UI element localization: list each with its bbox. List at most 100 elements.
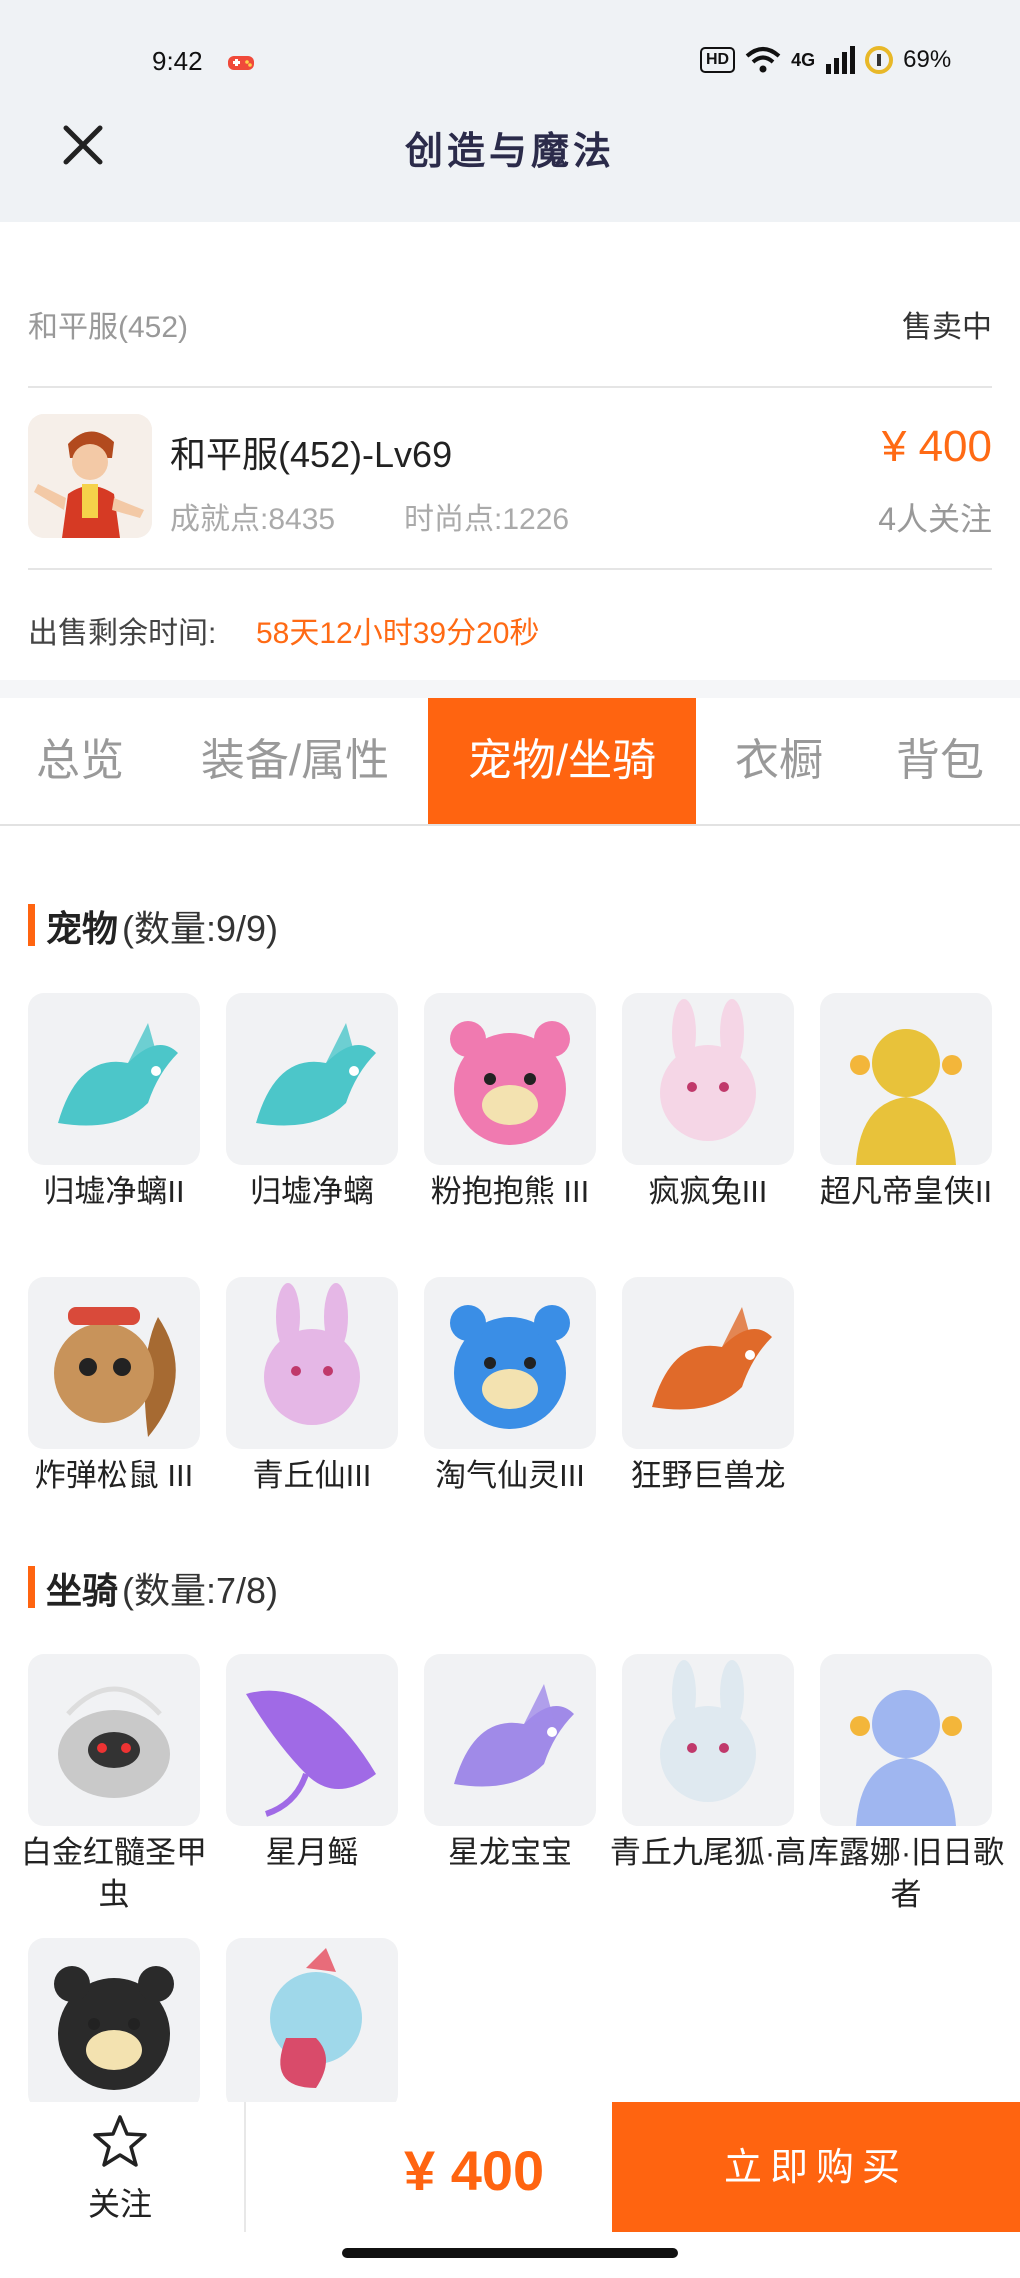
pet-tile[interactable]: 狂野巨兽龙 (622, 1277, 794, 1497)
tile-label: 星龙宝宝 (448, 1835, 572, 1870)
battery-level: 69% (903, 46, 952, 73)
tile-label: 库露娜·旧日歌者 (807, 1835, 1005, 1912)
character-avatar[interactable] (28, 414, 152, 538)
tab-pets-mounts[interactable]: 宠物/坐骑 (428, 698, 696, 824)
follow-button[interactable]: 关注 (60, 2112, 180, 2232)
fashion-points: 时尚点:1226 (404, 503, 570, 536)
bear-pet-icon (450, 1021, 570, 1145)
server-name: 和平服(452) (28, 311, 189, 344)
pet-tile[interactable]: 青丘仙III (226, 1277, 398, 1497)
section-marker (28, 904, 35, 946)
character-portrait-icon (28, 414, 152, 538)
mount-tile[interactable]: 青丘九尾狐·高 (610, 1654, 806, 1874)
hd-badge: HD (700, 47, 736, 73)
mounts-count: (数量:7/8) (122, 1570, 279, 1611)
tab-backpack[interactable]: 背包 (870, 698, 1010, 824)
character-name: 和平服(452)-Lv69 (170, 434, 453, 475)
mount-tile[interactable]: 星月鳐 (226, 1654, 398, 1874)
tile-label: 疯疯兔III (648, 1174, 768, 1209)
wifi-icon (745, 47, 781, 73)
tab-wardrobe[interactable]: 衣橱 (704, 698, 854, 824)
squirrel-pet-icon (54, 1307, 176, 1437)
tile-image (28, 1277, 200, 1449)
pet-tile[interactable]: 归墟净螭II (28, 993, 200, 1213)
bottom-bar: 关注 ¥ 400 立即购买 (0, 2102, 1020, 2278)
achievement-points: 成就点:8435 (170, 503, 336, 536)
remaining-time-label: 出售剩余时间: (28, 617, 217, 650)
beetle-mount-icon (58, 1686, 170, 1798)
tile-label: 炸弹松鼠 III (34, 1458, 194, 1493)
mount-tile[interactable]: 库露娜·旧日歌者 (808, 1654, 1004, 1916)
ninetail-fox-mount-icon (660, 1660, 756, 1802)
top-header: 9:42 HD 4G 69% 创造与魔法 (0, 0, 1020, 222)
bird-mount-icon (270, 1948, 362, 2088)
tile-image (820, 993, 992, 1165)
mount-tile[interactable] (28, 1938, 200, 2116)
tile-label: 归墟净螭 (250, 1174, 374, 1209)
tile-image (622, 993, 794, 1165)
tile-label: 白金红髓圣甲虫 (21, 1835, 207, 1912)
mount-tile[interactable]: 星龙宝宝 (424, 1654, 596, 1874)
singer-mount-icon (850, 1690, 962, 1826)
tile-image (28, 993, 200, 1165)
buy-now-button[interactable]: 立即购买 (612, 2102, 1020, 2232)
rabbit-pet-icon (660, 999, 756, 1141)
pet-tile[interactable]: 疯疯兔III (622, 993, 794, 1213)
mount-tile[interactable]: 白金红髓圣甲虫 (21, 1654, 207, 1916)
tile-image (424, 1654, 596, 1826)
follower-count: 4人关注 (878, 501, 992, 537)
listing-price: ¥ 400 (881, 422, 992, 471)
game-controller-icon (228, 56, 254, 70)
tile-label: 粉抱抱熊 III (430, 1174, 590, 1209)
pet-tile[interactable]: 淘气仙灵III (424, 1277, 596, 1497)
dinosaur-pet-icon (652, 1307, 772, 1410)
listing-info: 和平服(452) 售卖中 和平服(452)-Lv69 成就点:8435 时尚点:… (0, 222, 1020, 680)
tile-image (622, 1654, 794, 1826)
armor-hero-icon (850, 1029, 962, 1165)
status-right: HD 4G 69% (700, 46, 951, 74)
pet-tile[interactable]: 粉抱抱熊 III (424, 993, 596, 1213)
tile-image (28, 1654, 200, 1826)
fox-fairy-icon (264, 1283, 360, 1425)
mount-tile[interactable] (226, 1938, 398, 2116)
tab-equipment[interactable]: 装备/属性 (170, 698, 420, 824)
dragon-pet-icon (58, 1023, 178, 1126)
home-indicator (342, 2248, 678, 2258)
pets-title: 宠物 (46, 908, 119, 949)
pet-tile[interactable]: 超凡帝皇侠II (820, 993, 992, 1213)
status-bar: 9:42 HD 4G 69% (0, 46, 1020, 86)
ray-mount-icon (246, 1690, 376, 1817)
divider (28, 568, 992, 570)
tab-bar: 总览 装备/属性 宠物/坐骑 衣橱 背包 (0, 698, 1020, 826)
network-type: 4G (791, 49, 816, 70)
bottom-price: ¥ 400 (404, 2139, 545, 2202)
battery-icon (865, 46, 894, 74)
tile-label: 狂野巨兽龙 (630, 1458, 786, 1493)
page-title: 创造与魔法 (404, 128, 615, 173)
tile-image (226, 1938, 398, 2110)
remaining-time-value: 58天12小时39分20秒 (256, 617, 540, 650)
section-marker (28, 1566, 35, 1608)
tile-label: 淘气仙灵III (435, 1458, 585, 1493)
tile-image (226, 1277, 398, 1449)
tile-image (820, 1654, 992, 1826)
divider (28, 386, 992, 388)
pet-tile[interactable]: 炸弹松鼠 III (28, 1277, 200, 1497)
pig-mount-icon (54, 1966, 174, 2090)
tile-label: 星月鳐 (265, 1835, 359, 1870)
puppy-pet-icon (450, 1305, 570, 1429)
pets-count: (数量:9/9) (122, 908, 279, 949)
title-bar: 创造与魔法 (0, 108, 1020, 188)
dragon-pet-icon (256, 1023, 376, 1126)
tile-image (424, 993, 596, 1165)
status-time: 9:42 (152, 46, 203, 76)
tile-label: 青丘仙III (252, 1458, 372, 1493)
tab-overview[interactable]: 总览 (10, 698, 150, 824)
follow-label: 关注 (87, 2186, 152, 2222)
pet-tile[interactable]: 归墟净螭 (226, 993, 398, 1213)
tile-label: 超凡帝皇侠II (819, 1174, 993, 1209)
tile-image (622, 1277, 794, 1449)
section-gap (0, 680, 1020, 698)
tile-label: 青丘九尾狐·高 (609, 1835, 807, 1870)
tile-image (226, 993, 398, 1165)
